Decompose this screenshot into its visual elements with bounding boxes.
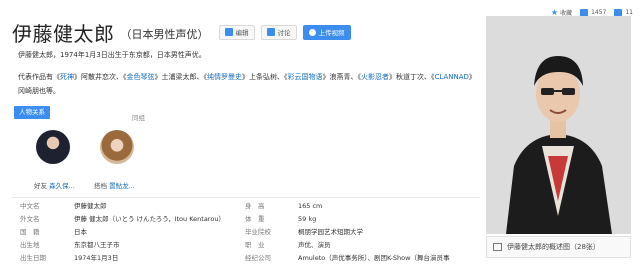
photo-caption[interactable]: 伊藤健太郎的概述图（28张） [486, 236, 631, 258]
info-key: 职 业 [245, 241, 265, 249]
info-key: 经纪公司 [245, 254, 271, 262]
info-key: 国 籍 [20, 228, 40, 236]
info-value-link[interactable]: 东京都八王子市 [74, 239, 120, 252]
info-key: 体 重 [245, 215, 265, 223]
edit-button[interactable]: 编辑 [218, 24, 255, 40]
main-content: 伊藤健太郎 （日本男性声优） 编辑 讨论 上传视频 伊藤健太郎，1974年1月3… [12, 0, 480, 272]
title-row: 伊藤健太郎 （日本男性声优） 编辑 讨论 上传视频 [12, 20, 351, 46]
profile-photo[interactable] [486, 16, 631, 234]
relation-caption: 搭档 置鲇龙... [94, 180, 135, 190]
relations-tab[interactable]: 人物关系 [14, 106, 50, 119]
info-key: 身 高 [245, 202, 265, 210]
info-key: 外文名 [20, 215, 40, 223]
divider [12, 197, 480, 198]
discuss-button[interactable]: 讨论 [260, 24, 297, 40]
work-link[interactable]: CLANNAD [435, 73, 469, 81]
works-text: 》秋道丁次、《 [389, 73, 435, 81]
works-text: 》上条弘树、《 [242, 73, 288, 81]
chat-icon [266, 28, 275, 36]
info-value: 59 kg [298, 215, 317, 223]
relation-name-link[interactable]: 置鲇龙... [109, 182, 135, 190]
work-link[interactable]: 火影忍者 [361, 73, 389, 81]
info-value: 伊藤健太郎 [74, 202, 107, 210]
intro-works: 代表作品有《死神》阿散井恋次、《金色琴弦》土浦梁太郎、《纯情罗曼史》上条弘树、《… [18, 70, 480, 98]
table-row: 国 籍 日本 毕业院校 桐朋学园艺术短期大学 [12, 226, 480, 239]
info-value: 伊藤 健太郎（いとう けんたろう，Itou Kentarou） [74, 215, 225, 223]
page-subtitle: （日本男性声优） [120, 28, 209, 41]
info-value: Amuleto（声优事务所）、剧团K-Show（舞台演员事 [298, 254, 450, 262]
upload-video-label: 上传视频 [318, 29, 345, 37]
info-key: 中文名 [20, 202, 40, 210]
info-key: 出生日期 [20, 254, 46, 262]
info-value: 声优、演员 [298, 241, 331, 249]
avatar[interactable] [100, 130, 134, 164]
table-row: 出生地 东京都八王子市 职 业 声优、演员 [12, 239, 480, 252]
photo-caption-text: 伊藤健太郎的概述图（28张） [507, 243, 600, 251]
info-key: 出生地 [20, 241, 40, 249]
works-text: 》土浦梁太郎、《 [154, 73, 208, 81]
table-row: 外文名 伊藤 健太郎（いとう けんたろう，Itou Kentarou） 体 重 … [12, 213, 480, 226]
table-row: 出生日期 1974年1月3日 经纪公司 Amuleto（声优事务所）、剧团K-S… [12, 252, 480, 265]
relation-caption: 好友 森久保... [34, 180, 75, 190]
works-text: 》浪燕青、《 [322, 73, 362, 81]
info-value: 1974年1月3日 [74, 254, 119, 262]
info-value-link[interactable]: 桐朋学园艺术短期大学 [298, 226, 363, 239]
work-link[interactable]: 金色琴弦 [127, 73, 155, 81]
info-value-link[interactable]: 日本 [74, 226, 87, 239]
avatar[interactable] [36, 130, 70, 164]
works-text: 》阿散井恋次、《 [74, 73, 127, 81]
pencil-icon [224, 28, 233, 36]
work-link[interactable]: 纯情罗曼史 [207, 73, 242, 81]
work-link[interactable]: 死神 [60, 73, 74, 81]
edit-button-label: 编辑 [235, 29, 249, 37]
table-row: 中文名 伊藤健太郎 身 高 165 cm [12, 200, 480, 213]
person-photo-illustration [486, 16, 631, 234]
relation-type: 好友 [34, 182, 47, 190]
works-prefix: 代表作品有《 [18, 73, 60, 81]
info-value: 165 cm [298, 202, 323, 210]
intro-summary: 伊藤健太郎，1974年1月3日出生于东京都，日本男性声优。 [18, 51, 206, 59]
page-title: 伊藤健太郎 [12, 21, 115, 46]
relations-group-label: 同组 [132, 114, 145, 122]
work-link[interactable]: 彩云国物语 [288, 73, 323, 81]
relation-type: 搭档 [94, 182, 107, 190]
image-icon [493, 243, 502, 251]
like-count: 1457 [591, 9, 607, 16]
side-panel: ★ 收藏 1457 11 伊藤健太郎的概述图（28张） [486, 0, 641, 272]
share-count: 11 [625, 9, 633, 16]
discuss-button-label: 讨论 [277, 29, 291, 37]
plus-circle-icon [308, 28, 316, 36]
relation-name-link[interactable]: 森久保... [49, 182, 75, 190]
info-key: 毕业院校 [245, 228, 271, 236]
upload-video-button[interactable]: 上传视频 [302, 24, 351, 40]
basic-info-table: 中文名 伊藤健太郎 身 高 165 cm 外文名 伊藤 健太郎（いとう けんたろ… [12, 200, 480, 265]
